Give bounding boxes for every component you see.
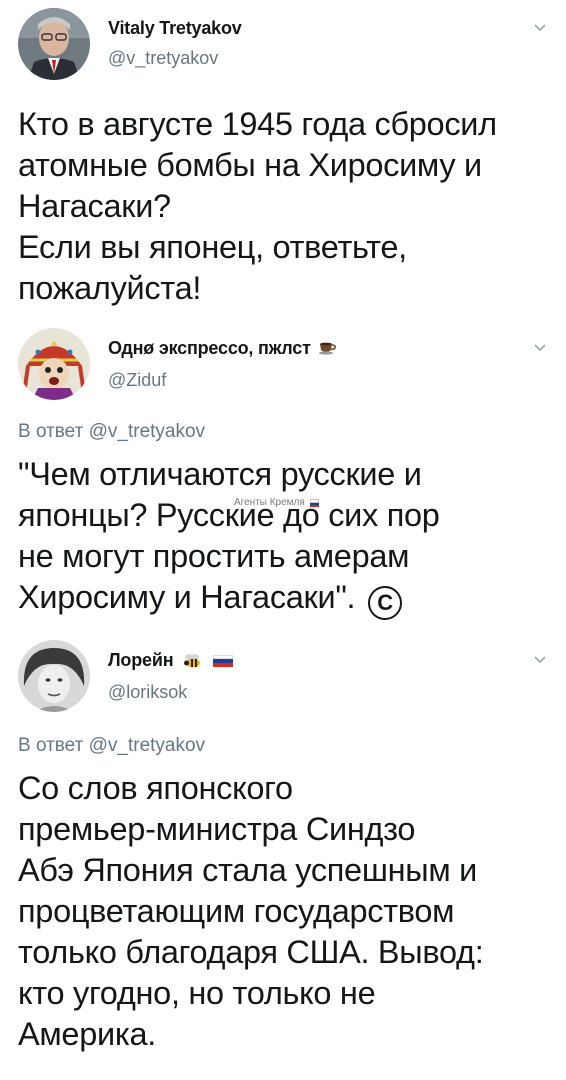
author-handle[interactable]: @loriksok: [108, 682, 187, 703]
text-line: процветающим государством: [18, 893, 455, 929]
text-line: кто угодно, но только не: [18, 975, 376, 1011]
author-name-text: Лорейн: [108, 650, 174, 670]
reply-handle-link[interactable]: @v_tretyakov: [89, 735, 205, 756]
avatar[interactable]: [18, 640, 90, 712]
text-line: только благодаря США. Вывод:: [18, 934, 484, 970]
tweet-text: Со слов японского премьер-министра Синдз…: [18, 768, 558, 1055]
reply-prefix: В ответ: [18, 735, 84, 756]
reply-context: В ответ @v_tretyakov: [18, 735, 205, 757]
avatar-woman-bw-icon: [18, 640, 90, 712]
chevron-down-icon[interactable]: [532, 652, 548, 668]
russian-flag-icon: [213, 655, 233, 668]
bee-icon: [184, 654, 201, 668]
author-name[interactable]: Лорейн: [108, 650, 233, 671]
text-line: Абэ Япония стала успешным и: [18, 852, 477, 888]
text-line: Америка.: [18, 1016, 156, 1052]
text-line: премьер-министра Синдзо: [18, 811, 416, 847]
text-line: Со слов японского: [18, 770, 293, 806]
tweet-3: Лорейн @loriksok В ответ @v_tretyakov Со…: [0, 0, 566, 1080]
